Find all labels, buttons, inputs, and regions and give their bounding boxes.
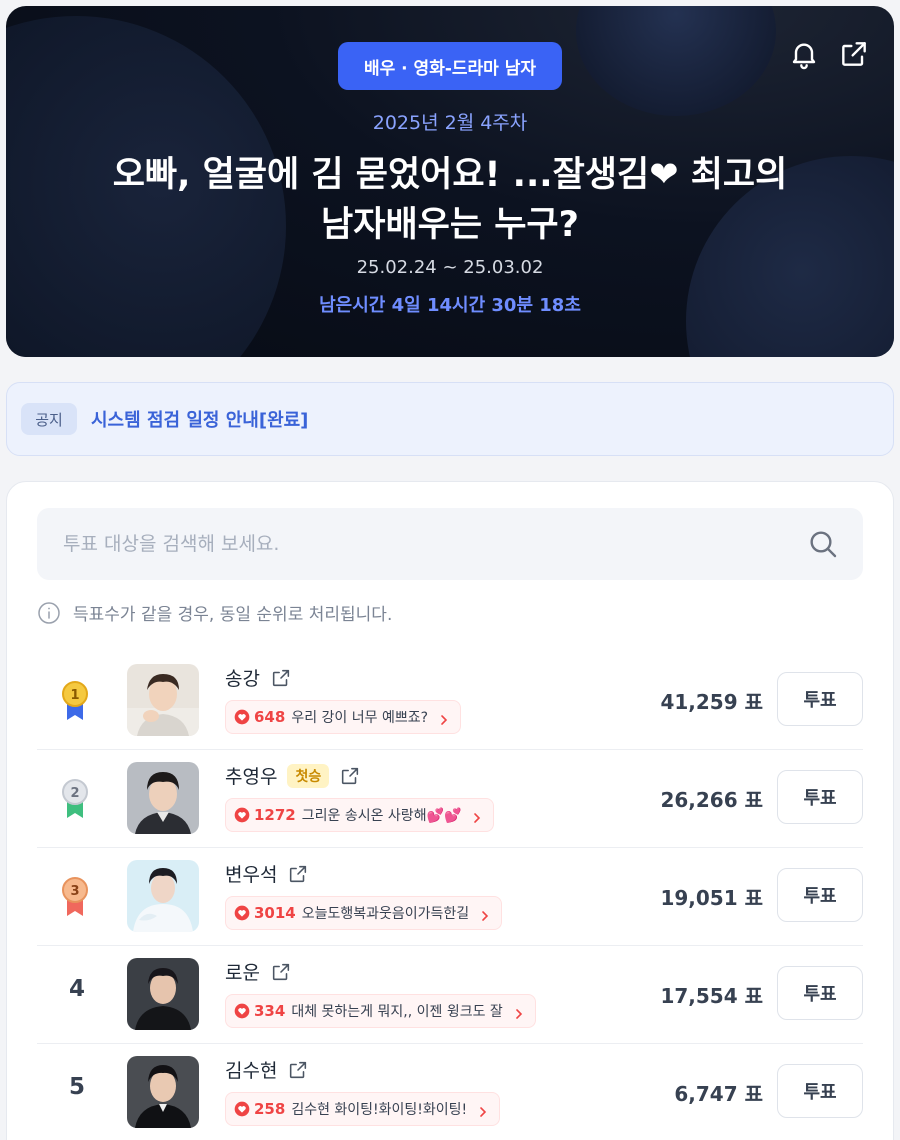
heart-icon (234, 807, 250, 823)
cheer-message[interactable]: 258 김수현 화이팅!화이팅!화이팅! (225, 1092, 501, 1126)
avatar[interactable] (127, 958, 199, 1030)
entry-name-line: 송강 (225, 664, 292, 691)
heart-icon (234, 709, 250, 725)
info-icon (37, 601, 61, 625)
cheer-message[interactable]: 334 대체 못하는게 뭐지,, 이젠 윙크도 잘 (225, 994, 536, 1028)
cheer-count: 3014 (254, 904, 296, 922)
ranking-row: 3 변우석 3014 오늘도행복과웃음이가득한길 19,051 표 투표 (37, 848, 863, 946)
avatar[interactable] (127, 664, 199, 736)
external-link-icon[interactable] (339, 765, 361, 787)
external-link-icon[interactable] (270, 667, 292, 689)
svg-text:3: 3 (70, 884, 79, 899)
entry-name[interactable]: 변우석 (225, 860, 277, 887)
poll-title-line2: 남자배우는 누구? (321, 205, 579, 245)
svg-text:2: 2 (70, 786, 79, 801)
ranking-row: 2 추영우 첫승 1272 그리운 송시온 사랑해💕💕 26,266 표 투표 (37, 750, 863, 848)
vote-count: 19,051 표 (660, 886, 763, 910)
entry-name-line: 변우석 (225, 860, 309, 887)
cheer-text: 오늘도행복과웃음이가득한길 (301, 906, 470, 922)
hero-banner: 배우 · 영화-드라마 남자 2025년 2월 4주차 오빠, 얼굴에 김 묻었… (6, 6, 894, 357)
entry-name-line: 로운 (225, 958, 292, 985)
medal-icon: 2 (59, 776, 91, 820)
poll-title-line1-end: 최고의 (678, 155, 788, 195)
heart-icon (234, 1101, 250, 1117)
tie-rule-note: 득표수가 같을 경우, 동일 순위로 처리됩니다. (37, 600, 392, 625)
category-badge[interactable]: 배우 · 영화-드라마 남자 (338, 42, 562, 90)
chevron-right-icon (438, 711, 450, 725)
chevron-right-icon (513, 1005, 525, 1019)
entry-name[interactable]: 로운 (225, 958, 260, 985)
vote-count: 41,259 표 (660, 690, 763, 714)
vote-count: 6,747 표 (674, 1082, 763, 1106)
heart-icon (234, 905, 250, 921)
search-input[interactable] (37, 533, 777, 555)
avatar[interactable] (127, 860, 199, 932)
avatar[interactable] (127, 1056, 199, 1128)
cheer-count: 258 (254, 1100, 286, 1118)
external-link-icon[interactable] (287, 863, 309, 885)
heart-icon: ❤ (649, 155, 679, 195)
cheer-text: 대체 못하는게 뭐지,, 이젠 윙크도 잘 (291, 1004, 503, 1020)
vote-button[interactable]: 투표 (777, 868, 863, 922)
rank-number: 5 (68, 1074, 85, 1100)
entry-name[interactable]: 김수현 (225, 1056, 277, 1083)
notice-bar[interactable]: 공지 시스템 점검 일정 안내[완료] (6, 382, 894, 456)
entry-name[interactable]: 추영우 (225, 762, 277, 789)
search-box (37, 508, 863, 580)
tie-rule-text: 득표수가 같을 경우, 동일 순위로 처리됩니다. (73, 605, 393, 625)
vote-button[interactable]: 투표 (777, 1064, 863, 1118)
cheer-count: 334 (254, 1002, 286, 1020)
hero-decor-circle (576, 6, 776, 116)
cheer-text: 그리운 송시온 사랑해💕💕 (301, 808, 462, 824)
vote-button[interactable]: 투표 (777, 770, 863, 824)
search-icon[interactable] (807, 528, 839, 560)
heart-icon (234, 1003, 250, 1019)
medal-icon: 1 (59, 678, 91, 722)
vote-count: 17,554 표 (660, 984, 763, 1008)
cheer-message[interactable]: 1272 그리운 송시온 사랑해💕💕 (225, 798, 495, 832)
cheer-count: 648 (254, 708, 286, 726)
notice-tag: 공지 (21, 403, 77, 435)
week-label: 2025년 2월 4주차 (372, 112, 528, 134)
entry-name[interactable]: 송강 (225, 664, 260, 691)
poll-title: 오빠, 얼굴에 김 묻었어요! ...잘생김❤ 최고의 남자배우는 누구? (66, 150, 834, 250)
cheer-message[interactable]: 648 우리 강이 너무 예쁘죠? (225, 700, 462, 734)
poll-period: 25.02.24 ~ 25.03.02 (356, 257, 544, 278)
vote-button[interactable]: 투표 (777, 672, 863, 726)
notice-text[interactable]: 시스템 점검 일정 안내[완료] (91, 406, 308, 432)
avatar[interactable] (127, 762, 199, 834)
bell-icon[interactable] (788, 38, 820, 70)
chevron-right-icon (479, 907, 491, 921)
first-win-badge: 첫승 (287, 763, 330, 788)
external-link-icon[interactable] (270, 961, 292, 983)
external-link-icon[interactable] (287, 1059, 309, 1081)
ranking-row: 4 로운 334 대체 못하는게 뭐지,, 이젠 윙크도 잘 17,554 표 … (37, 946, 863, 1044)
poll-title-line1: 오빠, 얼굴에 김 묻었어요! ...잘생김 (112, 155, 650, 195)
cheer-text: 우리 강이 너무 예쁘죠? (291, 710, 429, 726)
vote-count: 26,266 표 (660, 788, 763, 812)
rank-number: 4 (68, 976, 85, 1002)
cheer-message[interactable]: 3014 오늘도행복과웃음이가득한길 (225, 896, 503, 930)
chevron-right-icon (471, 809, 483, 823)
cheer-text: 김수현 화이팅!화이팅!화이팅! (291, 1102, 468, 1118)
entry-name-line: 김수현 (225, 1056, 309, 1083)
cheer-count: 1272 (254, 806, 296, 824)
vote-button[interactable]: 투표 (777, 966, 863, 1020)
svg-text:1: 1 (70, 688, 79, 703)
ranking-row: 1 송강 648 우리 강이 너무 예쁘죠? 41,259 표 투표 (37, 652, 863, 750)
ranking-row: 5 김수현 258 김수현 화이팅!화이팅!화이팅! 6,747 표 투표 (37, 1044, 863, 1140)
share-icon[interactable] (838, 38, 870, 70)
entry-name-line: 추영우 첫승 (225, 762, 361, 789)
ranking-card: 득표수가 같을 경우, 동일 순위로 처리됩니다. 1 송강 (6, 481, 894, 1140)
medal-icon: 3 (59, 874, 91, 918)
remaining-time: 남은시간 4일 14시간 30분 18초 (319, 295, 581, 316)
chevron-right-icon (477, 1103, 489, 1117)
